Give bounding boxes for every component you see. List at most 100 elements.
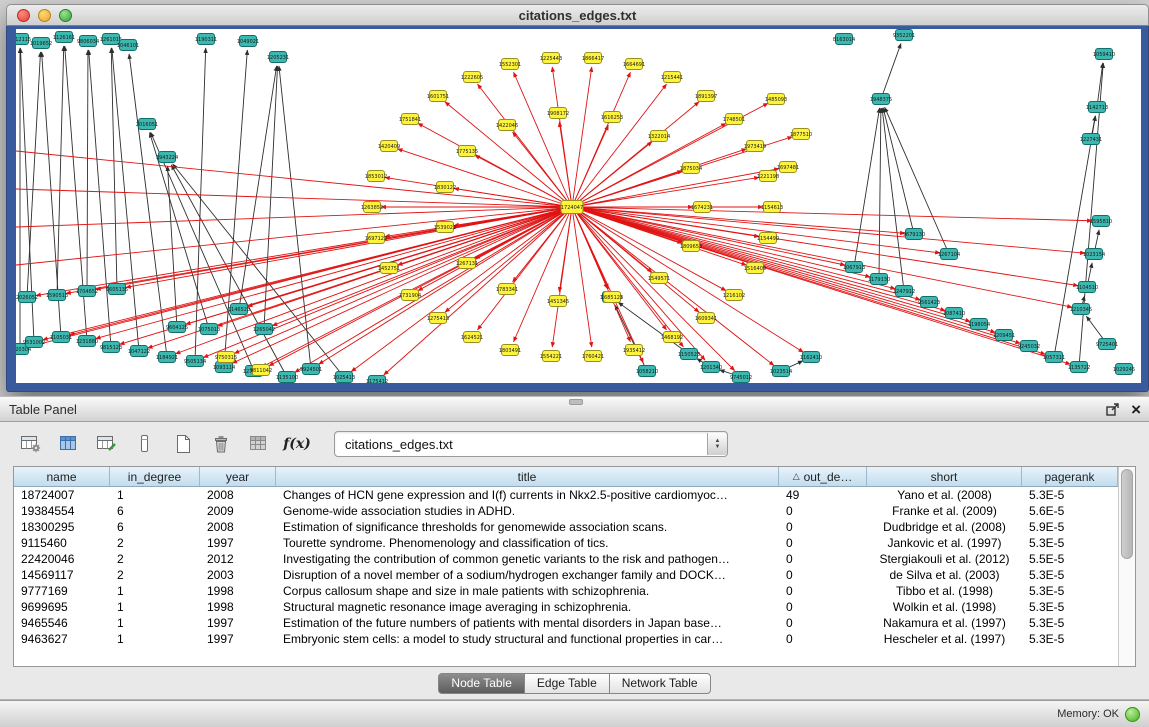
graph-node[interactable]: 1731904 <box>399 290 421 301</box>
graph-node[interactable]: 9505134 <box>184 356 206 367</box>
graph-node[interactable]: 1803491 <box>499 345 521 356</box>
network-graph-canvas[interactable]: 9612115101965211261619806034126101510461… <box>16 29 1141 383</box>
graph-node[interactable]: 1420409 <box>378 141 400 152</box>
table-settings-button[interactable] <box>16 431 46 457</box>
graph-node[interactable]: 1023154 <box>1083 249 1105 260</box>
window-titlebar[interactable]: citations_edges.txt <box>6 4 1149 26</box>
graph-node[interactable]: 1685123 <box>601 292 623 303</box>
graph-node[interactable]: 1135100 <box>276 372 298 383</box>
table-row[interactable]: 2242004622012Investigating the contribut… <box>14 551 1118 567</box>
graph-node[interactable]: 1877510 <box>790 129 812 140</box>
graph-node[interactable]: 1809653 <box>680 241 702 252</box>
graph-node[interactable]: 9612115 <box>16 34 31 45</box>
graph-node[interactable]: 9679130 <box>903 229 925 240</box>
graph-node[interactable]: 1322014 <box>648 131 670 142</box>
graph-node[interactable]: 1724047 <box>561 201 583 214</box>
graph-node[interactable]: 1948375 <box>870 94 892 105</box>
graph-node[interactable]: 1853012 <box>365 171 387 182</box>
graph-node[interactable]: 1265042 <box>253 324 275 335</box>
graph-node[interactable]: 1275413 <box>427 313 449 324</box>
graph-node[interactable]: 1485093 <box>765 94 787 105</box>
tab-edge-table[interactable]: Edge Table <box>525 673 610 694</box>
select-columns-button[interactable] <box>54 431 84 457</box>
panel-resize-grip[interactable] <box>569 399 583 405</box>
graph-node[interactable]: 1175412 <box>366 376 388 384</box>
graph-node[interactable]: 1047122 <box>128 346 150 357</box>
graph-node[interactable]: 1452751 <box>378 263 400 274</box>
graph-node[interactable]: 1539022 <box>434 222 456 233</box>
close-panel-icon[interactable]: × <box>1131 402 1141 417</box>
function-builder-button[interactable]: f(x) <box>282 431 312 457</box>
table-row[interactable]: 1456911722003Disruption of a novel membe… <box>14 567 1118 583</box>
scrollbar-thumb[interactable] <box>1121 469 1133 559</box>
graph-node[interactable]: 1046101 <box>117 40 139 51</box>
graph-node[interactable]: 1908172 <box>547 108 569 119</box>
graph-node[interactable]: 1554221 <box>540 351 562 362</box>
graph-node[interactable]: 1075013 <box>198 324 220 335</box>
table-row[interactable]: 977716911998Corpus callosum shape and si… <box>14 583 1118 599</box>
graph-node[interactable]: 1775135 <box>456 146 478 157</box>
graph-node[interactable]: 1105031 <box>50 332 72 343</box>
column-header-in_degree[interactable]: in_degree <box>110 467 200 487</box>
graph-node[interactable]: 9352201 <box>893 30 915 41</box>
graph-node[interactable]: 1198054 <box>968 319 990 330</box>
graph-node[interactable]: 1866417 <box>582 53 604 64</box>
graph-node[interactable]: 1674231 <box>691 202 713 213</box>
graph-node[interactable]: 1019652 <box>30 38 52 49</box>
graph-node[interactable]: 1605135 <box>106 284 128 295</box>
table-row[interactable]: 1938455462009Genome-wide association stu… <box>14 503 1118 519</box>
graph-node[interactable]: 9604125 <box>166 322 188 333</box>
table-row[interactable]: 946554611997Estimation of the future num… <box>14 615 1118 631</box>
graph-node[interactable]: 9815123 <box>100 342 122 353</box>
table-selector-dropdown[interactable]: citations_edges.txt ▲▼ <box>334 431 728 457</box>
graph-node[interactable]: 1227431 <box>1080 134 1102 145</box>
import-table-button[interactable] <box>244 431 274 457</box>
graph-node[interactable]: 1231880 <box>76 336 98 347</box>
graph-node[interactable]: 9924501 <box>300 364 322 375</box>
graph-node[interactable]: 1783341 <box>496 284 518 295</box>
tab-node-table[interactable]: Node Table <box>438 673 525 694</box>
graph-node[interactable]: 1126161 <box>53 32 75 43</box>
table-scrollbar[interactable] <box>1118 467 1135 666</box>
graph-node[interactable]: 1057311 <box>1043 352 1065 363</box>
graph-node[interactable]: 1221198 <box>757 171 779 182</box>
graph-node[interactable]: 1697481 <box>777 162 799 173</box>
zoom-window-button[interactable] <box>59 9 72 22</box>
graph-node[interactable]: 1216102 <box>723 290 745 301</box>
column-header-out_de[interactable]: △out_de… <box>779 467 867 487</box>
graph-node[interactable]: 1267131 <box>456 258 478 269</box>
graph-node[interactable]: 9561423 <box>918 297 940 308</box>
graph-node[interactable]: 2026052 <box>16 292 38 303</box>
graph-node[interactable]: 1190311 <box>195 34 217 45</box>
graph-node[interactable]: 9806034 <box>77 36 99 47</box>
graph-node[interactable]: 1058210 <box>636 366 658 377</box>
graph-node[interactable]: 1205231 <box>267 52 289 63</box>
graph-node[interactable]: 1104510 <box>1076 282 1098 293</box>
column-header-short[interactable]: short <box>867 467 1022 487</box>
graph-node[interactable]: 1154490 <box>757 233 779 244</box>
graph-node[interactable]: 1209451 <box>993 330 1015 341</box>
graph-node[interactable]: 1891397 <box>695 91 717 102</box>
graph-node[interactable]: 9811042 <box>250 365 272 376</box>
graph-node[interactable]: 1751841 <box>399 114 421 125</box>
table-row[interactable]: 911546021997Tourette syndrome. Phenomeno… <box>14 535 1118 551</box>
graph-node[interactable]: 1875034 <box>680 163 702 174</box>
graph-node[interactable]: 1067913 <box>843 262 865 273</box>
column-header-year[interactable]: year <box>200 467 276 487</box>
graph-node[interactable]: 9745012 <box>730 372 752 383</box>
graph-node[interactable]: 1263852 <box>361 202 383 213</box>
graph-node[interactable]: 9531002 <box>23 337 45 348</box>
graph-node[interactable]: 1748501 <box>723 114 745 125</box>
graph-node[interactable]: 1830122 <box>434 182 456 193</box>
graph-node[interactable]: 1267104 <box>938 249 960 260</box>
graph-node[interactable]: 1087410 <box>943 308 965 319</box>
graph-node[interactable]: 9245032 <box>1018 341 1040 352</box>
graph-node[interactable]: 2016051 <box>136 119 158 130</box>
graph-node[interactable]: 1552301 <box>499 59 521 70</box>
column-header-title[interactable]: title <box>276 467 779 487</box>
graph-node[interactable]: 1261015 <box>100 34 122 45</box>
add-column-button[interactable] <box>92 431 122 457</box>
column-header-name[interactable]: name <box>14 467 110 487</box>
graph-node[interactable]: 1184921 <box>156 352 178 363</box>
delete-table-button[interactable] <box>206 431 236 457</box>
